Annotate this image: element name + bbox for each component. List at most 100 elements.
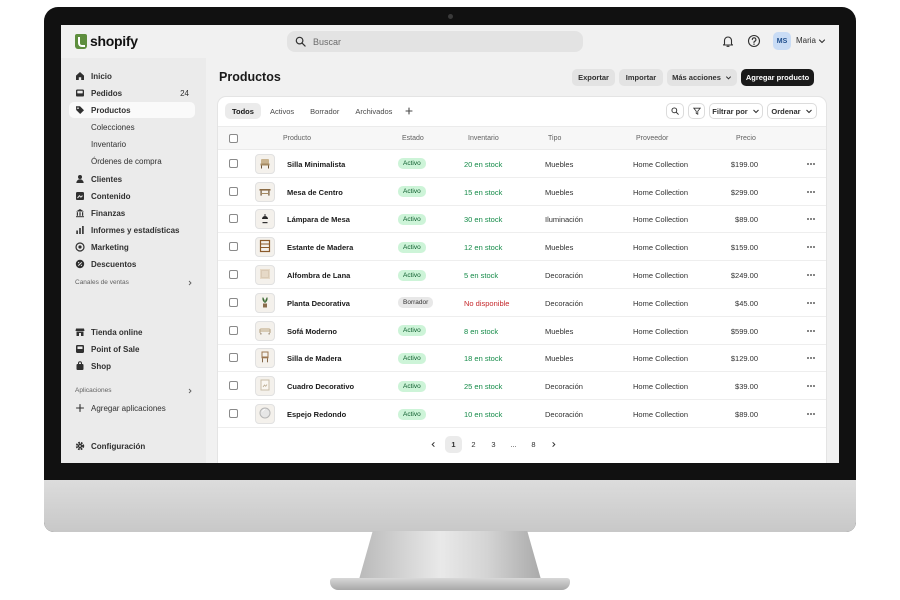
sidebar-item-inicio[interactable]: Inicio <box>69 68 195 84</box>
chevron-right-icon[interactable] <box>187 280 193 286</box>
user-name[interactable]: Maria <box>796 36 816 45</box>
search-input[interactable] <box>313 36 553 47</box>
product-name[interactable]: Lámpara de Mesa <box>287 215 350 224</box>
export-button[interactable]: Exportar <box>572 69 615 86</box>
row-checkbox[interactable] <box>229 409 238 419</box>
table-row[interactable]: Alfombra de Lana Activo 5 en stock Decoraci… <box>218 261 826 289</box>
more-options-icon[interactable] <box>807 356 815 360</box>
sidebar-item-point-of-sale[interactable]: Point of Sale <box>69 341 195 357</box>
sidebar-item-pedidos[interactable]: Pedidos 24 <box>69 85 195 101</box>
row-checkbox[interactable] <box>229 186 238 196</box>
sidebar-item-configuracion[interactable]: Configuración <box>69 438 195 454</box>
column-header-precio[interactable]: Precio <box>736 135 756 142</box>
product-thumbnail[interactable] <box>255 181 275 202</box>
row-checkbox[interactable] <box>229 353 238 363</box>
tab-todos[interactable]: Todos <box>225 103 261 119</box>
product-name[interactable]: Espejo Redondo <box>287 410 346 419</box>
tab-archivados[interactable]: Archivados <box>348 103 399 119</box>
column-header-tipo[interactable]: Tipo <box>548 135 561 142</box>
search-bar[interactable] <box>287 31 583 52</box>
more-options-icon[interactable] <box>807 245 815 249</box>
add-view-button[interactable] <box>401 103 417 119</box>
product-thumbnail[interactable] <box>255 348 275 369</box>
more-options-icon[interactable] <box>807 412 815 416</box>
product-name[interactable]: Estante de Madera <box>287 243 353 252</box>
product-thumbnail[interactable] <box>255 209 275 230</box>
table-row[interactable]: Espejo Redondo Activo 10 en stock Decoració… <box>218 400 826 428</box>
product-thumbnail[interactable] <box>255 153 275 174</box>
add-apps-link[interactable]: Agregar aplicaciones <box>69 400 195 416</box>
column-header-producto[interactable]: Producto <box>283 135 311 142</box>
product-name[interactable]: Alfombra de Lana <box>287 271 350 280</box>
select-all-checkbox[interactable] <box>229 134 238 143</box>
tab-borrador[interactable]: Borrador <box>303 103 346 119</box>
table-row[interactable]: Cuadro Decorativo Activo 25 en stock Decora… <box>218 372 826 401</box>
more-options-icon[interactable] <box>807 217 815 221</box>
product-name[interactable]: Planta Decorativa <box>287 299 350 308</box>
product-thumbnail[interactable] <box>255 265 275 286</box>
product-thumbnail[interactable] <box>255 292 275 313</box>
page-button-8[interactable]: 8 <box>525 436 542 453</box>
column-header-proveedor[interactable]: Proveedor <box>636 135 668 142</box>
page-button-1[interactable]: 1 <box>445 436 462 453</box>
sidebar-item-colecciones[interactable]: Colecciones <box>69 119 195 135</box>
table-row[interactable]: Silla de Madera Activo 18 en stock Muebles H… <box>218 345 826 373</box>
row-checkbox[interactable] <box>229 325 238 335</box>
row-checkbox[interactable] <box>229 214 238 224</box>
row-checkbox[interactable] <box>229 270 238 280</box>
previous-page-button[interactable] <box>425 436 442 453</box>
bell-icon[interactable] <box>721 34 735 48</box>
add-product-button[interactable]: Agregar producto <box>741 69 814 86</box>
table-row[interactable]: Estante de Madera Activo 12 en stock Mueble… <box>218 233 826 262</box>
column-header-estado[interactable]: Estado <box>402 135 424 142</box>
sort-button[interactable]: Ordenar <box>767 103 817 119</box>
product-name[interactable]: Cuadro Decorativo <box>287 382 354 391</box>
more-options-icon[interactable] <box>807 162 815 166</box>
filter-by-button[interactable]: Filtrar por <box>709 103 763 119</box>
page-button-3[interactable]: 3 <box>485 436 502 453</box>
product-thumbnail[interactable] <box>255 376 275 397</box>
product-name[interactable]: Silla Minimalista <box>287 160 345 169</box>
tab-activos[interactable]: Activos <box>263 103 301 119</box>
chevron-right-icon[interactable] <box>187 388 193 394</box>
sidebar-item-productos[interactable]: Productos <box>69 102 195 118</box>
more-options-icon[interactable] <box>807 384 815 388</box>
page-button-2[interactable]: 2 <box>465 436 482 453</box>
row-checkbox[interactable] <box>229 158 238 168</box>
filter-icon-button[interactable] <box>688 103 705 119</box>
sidebar-item-contenido[interactable]: Contenido <box>69 188 195 204</box>
more-options-icon[interactable] <box>807 329 815 333</box>
table-row[interactable]: Lámpara de Mesa Activo 30 en stock Iluminac… <box>218 206 826 234</box>
product-thumbnail[interactable] <box>255 237 275 258</box>
sidebar-item-tienda-online[interactable]: Tienda online <box>69 324 195 340</box>
table-row[interactable]: Planta Decorativa Borrador No disponible De… <box>218 289 826 317</box>
sidebar-item-descuentos[interactable]: Descuentos <box>69 256 195 272</box>
sidebar-item-ordenes-de-compra[interactable]: Órdenes de compra <box>69 153 195 169</box>
shopify-logo[interactable]: shopify <box>75 33 138 49</box>
product-thumbnail[interactable] <box>255 320 275 341</box>
product-name[interactable]: Sofá Moderno <box>287 327 337 336</box>
product-name[interactable]: Silla de Madera <box>287 354 342 363</box>
product-name[interactable]: Mesa de Centro <box>287 188 343 197</box>
table-row[interactable]: Mesa de Centro Activo 15 en stock Muebles Ho… <box>218 178 826 206</box>
import-button[interactable]: Importar <box>619 69 663 86</box>
product-thumbnail[interactable] <box>255 404 275 425</box>
row-checkbox[interactable] <box>229 381 238 391</box>
row-checkbox[interactable] <box>229 297 238 307</box>
row-checkbox[interactable] <box>229 242 238 252</box>
column-header-inventario[interactable]: Inventario <box>468 135 499 142</box>
sidebar-item-marketing[interactable]: Marketing <box>69 239 195 255</box>
sidebar-item-finanzas[interactable]: Finanzas <box>69 205 195 221</box>
next-page-button[interactable] <box>545 436 562 453</box>
sidebar-item-informes[interactable]: Informes y estadísticas <box>69 222 195 238</box>
chevron-down-icon[interactable] <box>818 37 826 45</box>
more-options-icon[interactable] <box>807 301 815 305</box>
more-options-icon[interactable] <box>807 190 815 194</box>
sidebar-item-shop[interactable]: Shop <box>69 358 195 374</box>
search-filter-button[interactable] <box>666 103 684 119</box>
more-options-icon[interactable] <box>807 273 815 277</box>
sidebar-item-inventario[interactable]: Inventario <box>69 136 195 152</box>
user-avatar[interactable]: MS <box>773 32 791 50</box>
more-actions-button[interactable]: Más acciones <box>667 69 737 86</box>
sidebar-item-clientes[interactable]: Clientes <box>69 171 195 187</box>
